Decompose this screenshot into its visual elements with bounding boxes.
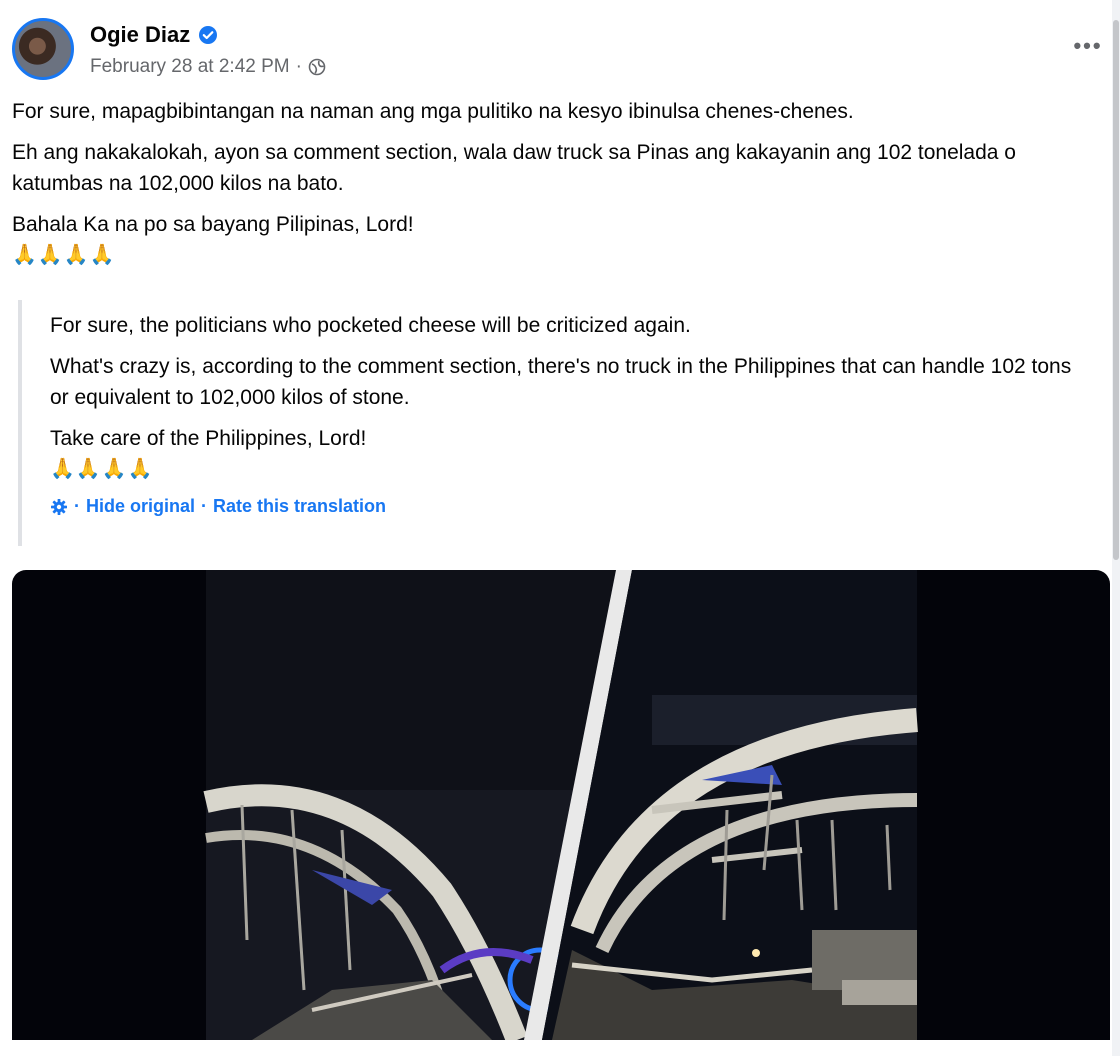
post-meta: February 28 at 2:42 PM ·: [90, 56, 326, 78]
author-name[interactable]: Ogie Diaz: [90, 22, 190, 48]
rate-translation-link[interactable]: Rate this translation: [213, 491, 386, 522]
translation-paragraph: What's crazy is, according to the commen…: [50, 355, 1072, 409]
avatar[interactable]: [12, 18, 74, 80]
verified-badge-icon: [198, 25, 218, 45]
post-text: For sure, mapagbibintangan na naman ang …: [12, 96, 1102, 271]
scrollbar[interactable]: [1112, 0, 1120, 1056]
translation-paragraph: For sure, the politicians who pocketed c…: [50, 314, 691, 337]
post-timestamp[interactable]: February 28 at 2:42 PM: [90, 56, 290, 78]
translation-paragraph: Take care of the Philippines, Lord!: [50, 427, 367, 450]
translation-actions: · Hide original · Rate this translation: [50, 491, 1078, 522]
post-paragraph: Bahala Ka na po sa bayang Pilipinas, Lor…: [12, 213, 414, 236]
scrollbar-thumb[interactable]: [1113, 20, 1119, 560]
action-separator: ·: [201, 496, 208, 516]
post-header: Ogie Diaz February 28 at 2:42 PM · •••: [12, 16, 1108, 84]
action-separator: ·: [74, 496, 80, 516]
gear-icon[interactable]: [50, 498, 68, 516]
more-options-button[interactable]: •••: [1068, 26, 1108, 66]
praying-hands-emojis: 🙏🙏🙏🙏: [12, 244, 116, 266]
post-paragraph: For sure, mapagbibintangan na naman ang …: [12, 100, 854, 123]
author-line: Ogie Diaz: [90, 22, 218, 48]
globe-icon[interactable]: [308, 58, 326, 76]
post-paragraph: Eh ang nakakalokah, ayon sa comment sect…: [12, 141, 1016, 195]
translation-block: For sure, the politicians who pocketed c…: [18, 300, 1078, 546]
more-horizontal-icon: •••: [1073, 33, 1103, 58]
hide-original-link[interactable]: Hide original: [86, 491, 195, 522]
post-image[interactable]: [12, 570, 1110, 1040]
translation-emojis: 🙏🙏🙏🙏: [50, 458, 154, 480]
meta-separator: ·: [295, 56, 302, 77]
